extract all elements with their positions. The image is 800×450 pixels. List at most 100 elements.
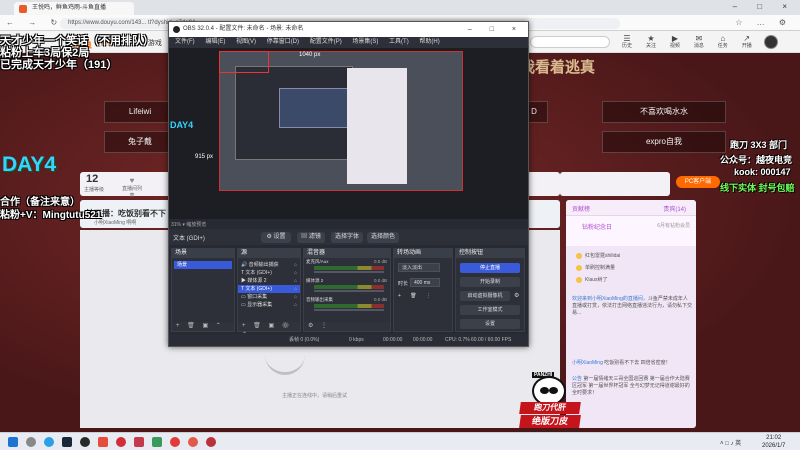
message-button[interactable]: ✉ 消息	[688, 35, 710, 50]
menu-docks[interactable]: 停靠窗口(D)	[267, 39, 299, 45]
menu-tools[interactable]: 工具(T)	[389, 39, 409, 45]
pc-client-button[interactable]: PC客户端	[676, 176, 720, 188]
source-settings-button[interactable]: ⚙ 设置	[261, 232, 291, 243]
volume-slider[interactable]	[314, 290, 384, 292]
start-menu-icon[interactable]	[8, 437, 18, 447]
menu-file[interactable]: 文件(F)	[175, 39, 195, 45]
menu-view[interactable]: 视图(V)	[236, 39, 256, 45]
scene-item[interactable]: 场景	[174, 261, 232, 269]
cpu-usage: CPU: 0.7%	[445, 337, 470, 343]
mixer-channel[interactable]: 音频输出采集 0.0 dB	[304, 296, 390, 315]
browser-tab-bar: 王悦鸣，鲜鱼鸡雨-斗鱼直播 – □ ×	[0, 0, 800, 15]
source-item[interactable]: ▶ 媒体源 2 ⌂	[238, 277, 300, 285]
tab-contribution[interactable]: 贡献榜	[572, 204, 590, 213]
browser-tools-icon[interactable]: ☆ … ⚙	[735, 18, 792, 27]
banner-button-4[interactable]: expro自我	[602, 131, 726, 153]
history-button[interactable]: ☰ 历史	[616, 35, 638, 50]
lock-icon[interactable]: ⌂	[294, 285, 297, 293]
menu-profile[interactable]: 配置文件(P)	[310, 39, 342, 45]
controls-dock-title: 控制按钮	[456, 249, 524, 258]
tab-vip[interactable]: 贵宾(14)	[663, 204, 686, 213]
rank-item[interactable]: 红包雷霆shilidai	[576, 252, 620, 259]
video-button[interactable]: ▶ 视频	[664, 35, 686, 50]
avatar[interactable]	[764, 35, 778, 49]
banner-button-2[interactable]: 兔子戴	[104, 131, 176, 153]
rank-item[interactable]: Klaus树了	[576, 276, 608, 283]
chat-message: 公告 第一届情绪天三哥全国巡回赛 第一届合作大陆赛区冠军 第一届世界杯冠军 全与…	[572, 376, 690, 396]
volume-slider[interactable]	[314, 309, 384, 311]
studio-mode-button[interactable]: 工作室模式	[460, 305, 520, 315]
stream-banner-title: 我看着逃真	[520, 59, 596, 76]
arrow-icon: ↗	[743, 34, 751, 43]
virtual-camera-button[interactable]: 启动虚拟摄像机	[460, 291, 510, 301]
transition-type-select[interactable]: 淡入淡出	[398, 263, 440, 272]
mixer-channel[interactable]: 麦克风/Aux 0.0 dB	[304, 258, 390, 277]
lock-icon[interactable]: ⌂	[294, 301, 297, 309]
douyu-favicon	[19, 5, 27, 13]
mixer-channel-name: 麦克风/Aux	[306, 259, 329, 264]
preview-zoom[interactable]: 31% ▾ 缩放预览	[171, 221, 206, 228]
menu-edit[interactable]: 编辑(E)	[205, 39, 225, 45]
start-recording-button[interactable]: 开始录制	[460, 277, 520, 287]
app-icon[interactable]	[134, 437, 144, 447]
settings-button[interactable]: 设置	[460, 319, 520, 329]
virtual-camera-gear-icon[interactable]: ⚙	[514, 292, 519, 299]
obs-preview[interactable]: DAY4 915 px 1040 px 31% ▾ 缩放预览	[169, 48, 528, 228]
lock-icon[interactable]: ⌂	[294, 277, 297, 285]
obs-status-bar: 丢帧 0 (0.0%) 0 kbps 00:00:00 00:00:00 CPU…	[169, 334, 528, 346]
app-icon[interactable]	[116, 437, 126, 447]
lock-icon[interactable]: ⌂	[294, 261, 297, 269]
banner-button-1[interactable]: Lifeiwi	[104, 101, 176, 123]
overlay-right-3: kook: 000147	[734, 167, 791, 177]
volume-slider[interactable]	[314, 271, 384, 273]
source-filters-button[interactable]: ▤ 滤镜	[297, 232, 325, 243]
source-item-selected[interactable]: T 文本 (GDI+) ⌂	[238, 285, 300, 293]
steam-icon[interactable]	[62, 437, 72, 447]
site-search-input[interactable]	[530, 36, 610, 48]
transition-duration-input[interactable]: 400 ms	[410, 278, 440, 287]
lock-icon[interactable]: ⌂	[294, 269, 297, 277]
volume-meter	[314, 304, 384, 308]
mixer-dock-toolbar[interactable]: ⚙ ⋮	[304, 322, 390, 331]
source-item[interactable]: T 文本 (GDI+) ⌂	[238, 269, 300, 277]
source-item[interactable]: ▭ 显示器采集 ⌂	[238, 301, 300, 309]
search-icon[interactable]	[26, 437, 36, 447]
obs-icon[interactable]	[80, 437, 90, 447]
window-controls[interactable]: – □ ×	[733, 2, 796, 11]
nav-arrows-icon[interactable]: ← → ↻	[6, 18, 63, 27]
sources-dock-toolbar[interactable]: + 🗑 ▣ ⚙ ⌃ ⌄	[238, 322, 300, 338]
window-icon: ▭	[241, 294, 246, 300]
app-icon[interactable]	[152, 437, 162, 447]
tab-title: 王悦鸣，鲜鱼鸡雨-斗鱼直播	[32, 5, 106, 11]
preview-day-label: DAY4	[170, 120, 194, 130]
preview-selection-box[interactable]	[219, 51, 269, 73]
edge-browser-icon[interactable]	[44, 437, 54, 447]
app-icon[interactable]	[98, 437, 108, 447]
select-color-button[interactable]: 选择颜色	[367, 232, 399, 243]
transition-controls-icon[interactable]: + 🗑 ⋮	[398, 293, 435, 299]
mixer-channel[interactable]: 媒体源 2 0.0 dB	[304, 277, 390, 296]
broadcast-button[interactable]: ↗ 开播	[736, 34, 758, 50]
app-icon[interactable]	[206, 437, 216, 447]
follow-button[interactable]: ★ 关注	[640, 35, 662, 50]
info-icon-1[interactable]: ♥ 直播间列表	[120, 176, 144, 199]
rank-item[interactable]: 单刷控制满量	[576, 264, 615, 271]
stop-streaming-button[interactable]: 停止直播	[460, 263, 520, 273]
select-font-button[interactable]: 选择字体	[331, 232, 363, 243]
app-icon[interactable]	[188, 437, 198, 447]
source-item[interactable]: 🔊 音频输出捕获 ⌂	[238, 261, 300, 269]
banner-button-3[interactable]: 不喜欢喝水水	[602, 101, 726, 123]
preview-width-label: 1040 px	[299, 52, 321, 58]
system-tray[interactable]: ˄ □ ♪ 英	[720, 438, 741, 447]
source-item[interactable]: ▭ 窗口采集 ⌂	[238, 293, 300, 301]
browser-tab[interactable]: 王悦鸣，鲜鱼鸡雨-斗鱼直播	[14, 2, 134, 15]
scenes-dock-toolbar[interactable]: + 🗑 ▣ ⌃ ⌄	[172, 322, 234, 338]
obs-window-controls[interactable]: – □ ×	[468, 22, 524, 37]
task-button[interactable]: ⌂ 任务	[712, 35, 734, 50]
app-icon[interactable]	[170, 437, 180, 447]
menu-scene-collection[interactable]: 场景集(S)	[352, 39, 378, 45]
right-info-box	[560, 172, 670, 196]
lock-icon[interactable]: ⌂	[294, 293, 297, 301]
menu-help[interactable]: 帮助(H)	[419, 39, 439, 45]
taskbar-clock[interactable]: 21:02 2026/1/7	[762, 434, 785, 450]
